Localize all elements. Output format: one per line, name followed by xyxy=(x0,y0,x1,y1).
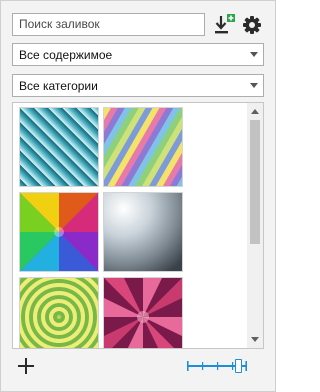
content-filter-value: Все содержимое xyxy=(19,48,113,62)
scroll-up-arrow-icon[interactable] xyxy=(251,109,259,114)
diagonal-teal-stripes-fill xyxy=(20,108,98,186)
plus-icon xyxy=(18,358,34,374)
fill-thumbnail[interactable] xyxy=(19,192,99,272)
silver-gradient-fill xyxy=(104,193,182,271)
fill-thumbnail[interactable] xyxy=(13,263,113,348)
magenta-starburst-fill xyxy=(104,278,182,348)
gallery-scrollbar[interactable] xyxy=(247,103,263,348)
thumbnail-size-slider[interactable] xyxy=(187,357,247,375)
search-input[interactable]: Поиск заливок xyxy=(12,13,205,36)
chevron-down-icon xyxy=(250,83,258,88)
search-placeholder: Поиск заливок xyxy=(19,17,100,31)
fill-thumbnail[interactable] xyxy=(103,107,183,187)
fill-thumbnail[interactable] xyxy=(103,192,183,272)
fill-library-panel: Поиск заливок Все содержимое Все категор… xyxy=(0,0,276,392)
scrollbar-thumb[interactable] xyxy=(250,120,260,244)
import-fill-button[interactable] xyxy=(213,13,237,37)
scroll-down-arrow-icon[interactable] xyxy=(251,337,259,342)
category-filter-value: Все категории xyxy=(19,79,98,93)
content-filter-select[interactable]: Все содержимое xyxy=(12,43,264,66)
fill-thumbnail[interactable] xyxy=(19,107,99,187)
settings-button[interactable] xyxy=(240,13,264,37)
concentric-rings-fill xyxy=(13,263,113,348)
chevron-down-icon xyxy=(250,52,258,57)
fill-gallery xyxy=(12,102,264,349)
category-filter-select[interactable]: Все категории xyxy=(12,74,264,97)
conical-rainbow-fill xyxy=(20,193,98,271)
gear-icon xyxy=(243,16,261,34)
fill-thumbnail[interactable] xyxy=(103,277,183,348)
download-plus-icon xyxy=(215,14,235,34)
add-fill-button[interactable] xyxy=(17,357,35,375)
slider-handle[interactable] xyxy=(234,359,242,373)
rainbow-diagonal-stripes-fill xyxy=(104,108,182,186)
